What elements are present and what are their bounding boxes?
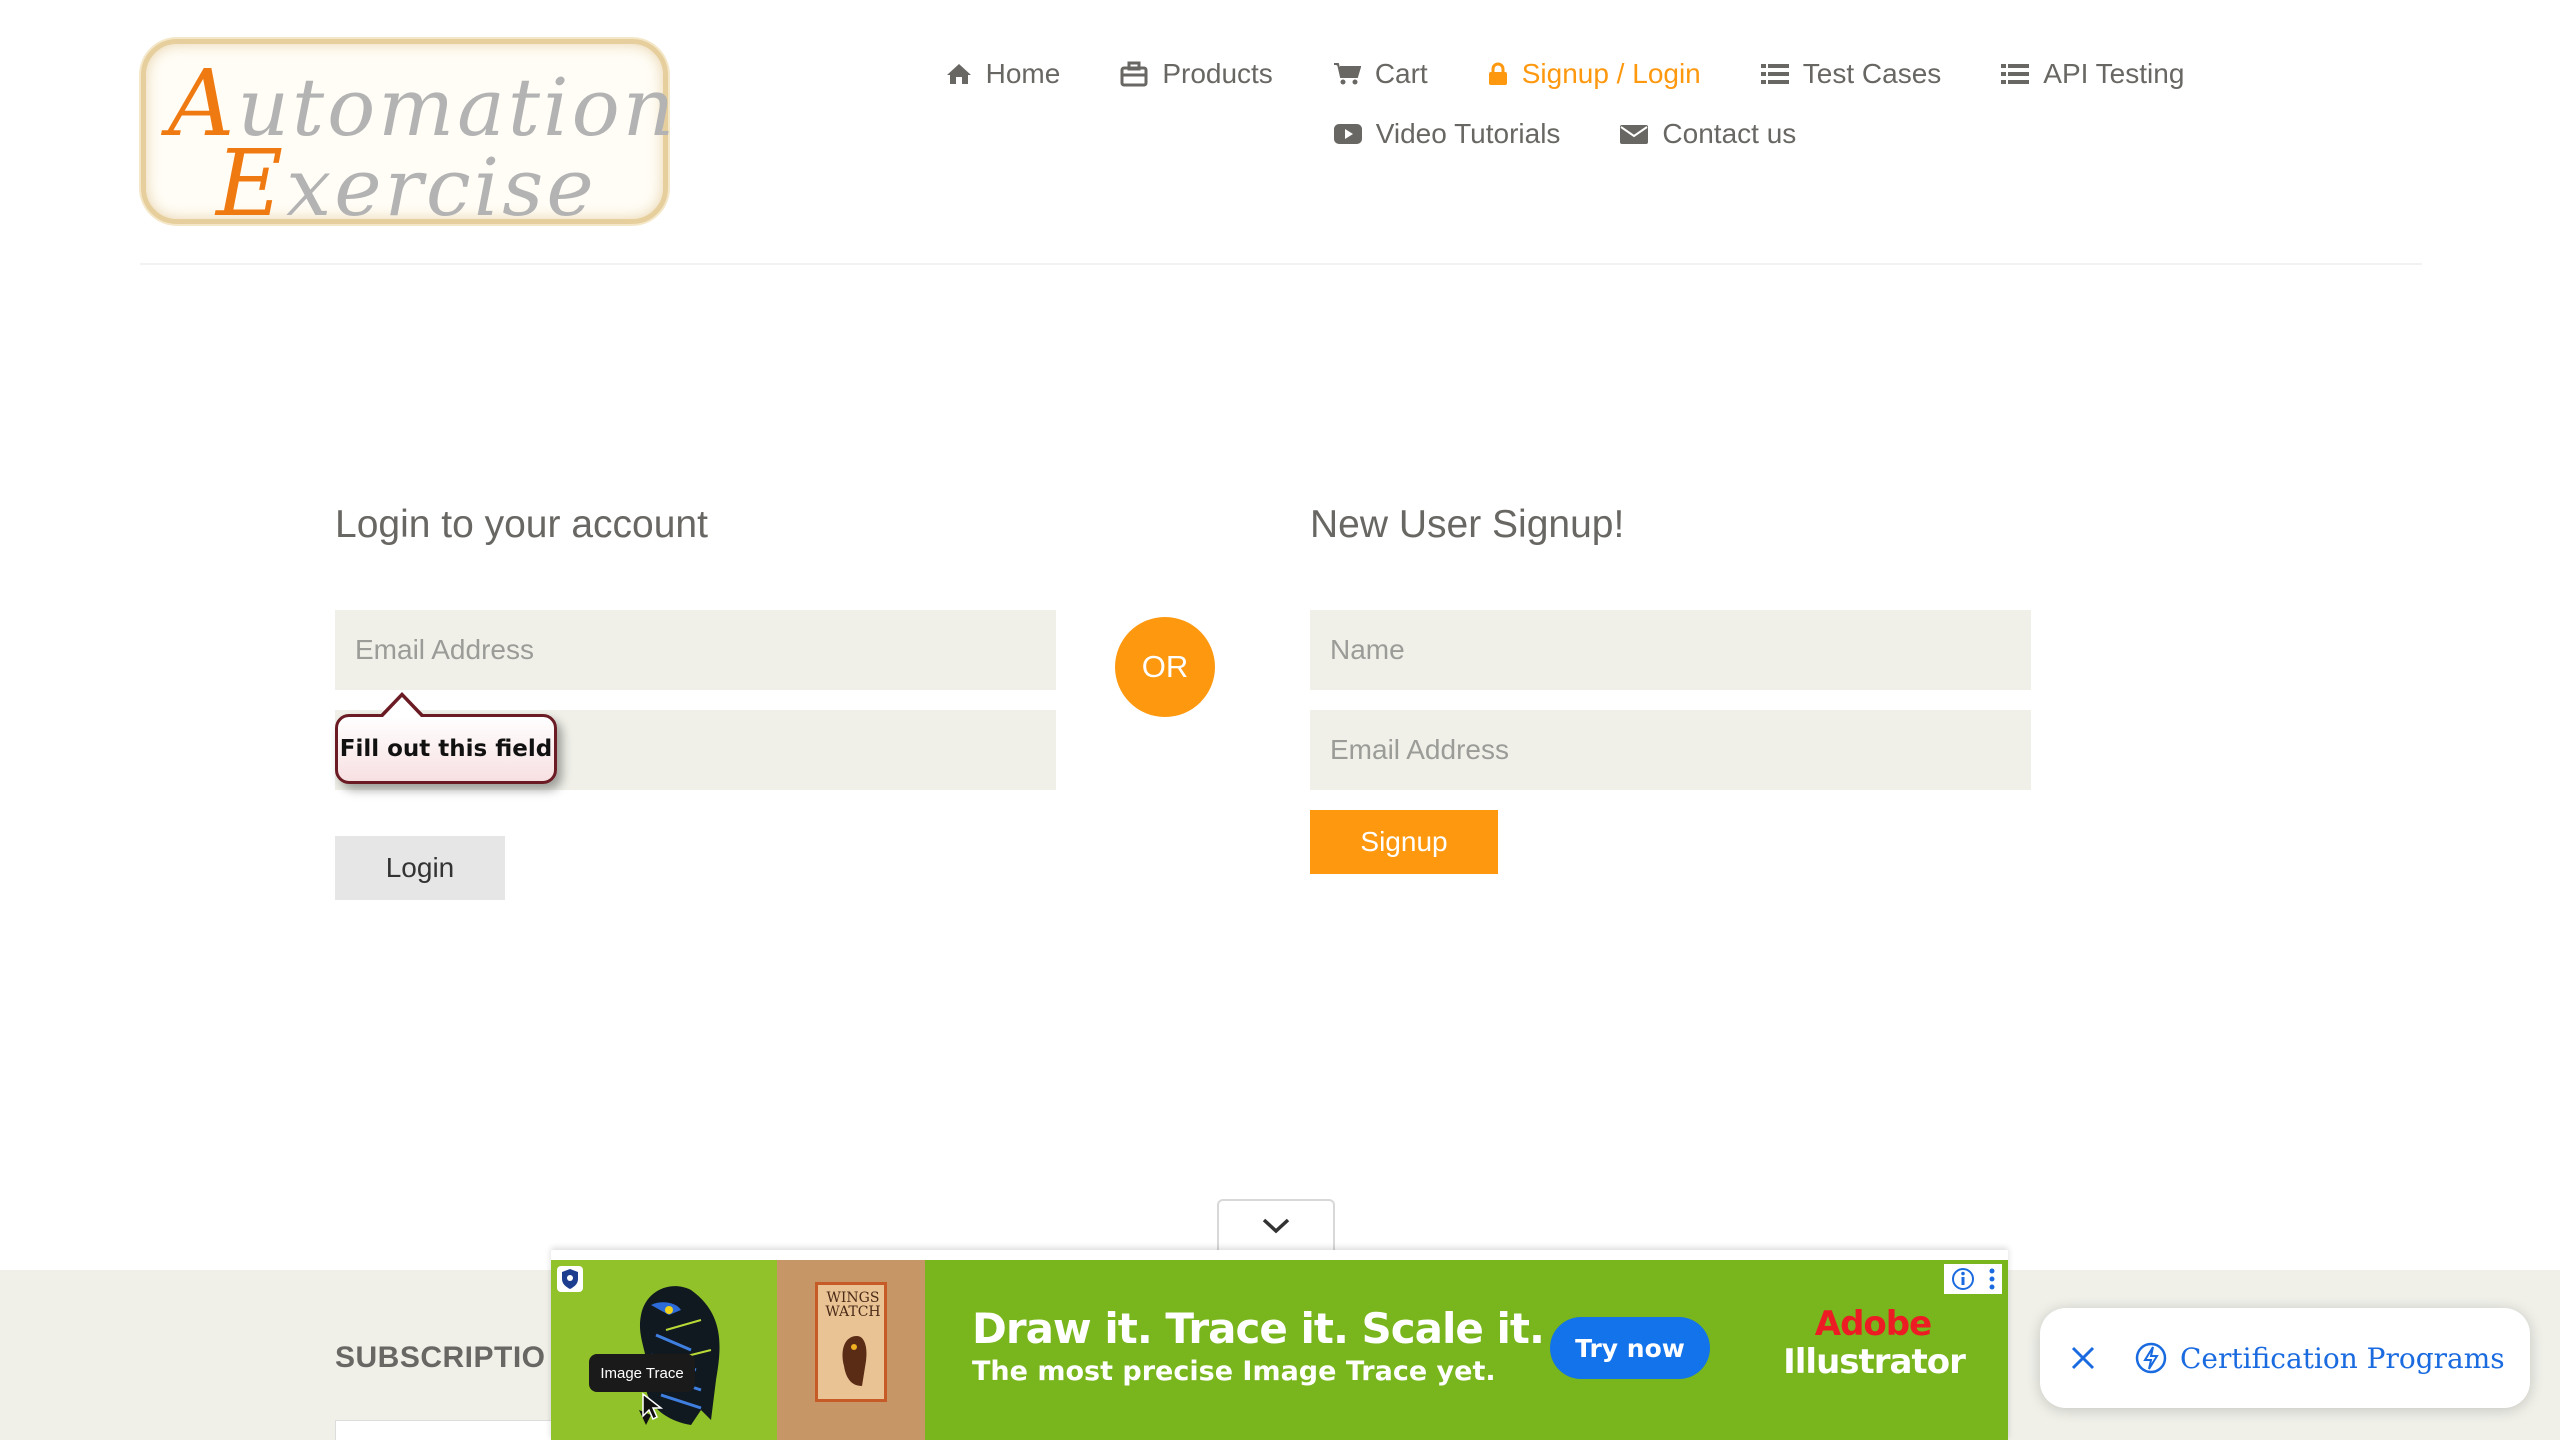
header-divider [140, 263, 2422, 265]
signup-button[interactable]: Signup [1310, 810, 1498, 874]
tooltip-arrow-fill [382, 697, 422, 718]
or-divider: OR [1115, 617, 1215, 717]
certification-popup: Certification Programs [2040, 1308, 2530, 1408]
signup-email-input[interactable] [1310, 710, 2031, 790]
ad-collapse-button[interactable] [1217, 1199, 1335, 1251]
ad-brand-adobe: Adobe [1814, 1304, 1932, 1344]
nav-test-cases[interactable]: Test Cases [1760, 58, 1941, 90]
or-label: OR [1141, 649, 1189, 684]
certification-programs-link[interactable]: Certification Programs [2180, 1342, 2505, 1375]
login-title: Login to your account [335, 503, 708, 546]
lock-icon [1488, 62, 1507, 85]
ad-eagle-image [551, 1260, 777, 1440]
nav-api-testing[interactable]: API Testing [2001, 58, 2184, 90]
site-logo[interactable]: Automation Exercise [141, 39, 674, 237]
ad-brand-illustrator: Illustrator [1783, 1342, 1966, 1382]
login-email-input[interactable] [335, 610, 1056, 690]
kebab-menu-icon [1989, 1268, 1994, 1290]
list-icon [2001, 64, 2030, 84]
nav-row-1: Home Products Cart Signup / Login Test C… [900, 58, 2230, 90]
ad-headline: Draw it. Trace it. Scale it. [972, 1304, 1545, 1353]
cart-icon [1333, 63, 1361, 85]
ad-book-cover: WINGS WATCH [815, 1282, 887, 1402]
ad-banner[interactable]: WINGS WATCH Image Trace Draw it. Trace i… [551, 1250, 2008, 1440]
signup-name-input[interactable] [1310, 610, 2031, 690]
close-icon[interactable] [2070, 1345, 2096, 1371]
login-button[interactable]: Login [335, 836, 505, 900]
ad-content[interactable]: WINGS WATCH Image Trace Draw it. Trace i… [551, 1260, 2008, 1440]
home-icon [946, 64, 971, 84]
cursor-icon [642, 1392, 663, 1420]
list-icon [1760, 64, 1789, 84]
ad-info-controls[interactable] [1944, 1264, 2002, 1294]
briefcase-icon [1120, 61, 1148, 87]
signup-title: New User Signup! [1310, 503, 1625, 546]
chevron-down-icon [1262, 1218, 1290, 1234]
logo-line-2: Exercise [216, 130, 597, 237]
nav-video-tutorials[interactable]: Video Tutorials [1333, 118, 1560, 150]
ad-try-now-button[interactable]: Try now [1550, 1317, 1710, 1379]
nav-row-2: Video Tutorials Contact us [900, 118, 2230, 150]
nav-signup-login[interactable]: Signup / Login [1488, 58, 1701, 90]
validation-tooltip-text: Fill out this field [339, 736, 553, 762]
small-eagle-icon [842, 1336, 867, 1386]
nav-products[interactable]: Products [1120, 58, 1273, 90]
ad-image-trace-label: Image Trace [589, 1354, 695, 1392]
validation-tooltip: Fill out this field [335, 714, 557, 784]
ad-book-title: WINGS WATCH [825, 1290, 881, 1320]
ad-privacy-badge[interactable] [557, 1266, 583, 1292]
nav-home[interactable]: Home [946, 58, 1060, 90]
shield-icon [562, 1269, 578, 1289]
ad-subline: The most precise Image Trace yet. [972, 1356, 1496, 1387]
nav-contact-us[interactable]: Contact us [1620, 118, 1796, 150]
youtube-icon [1333, 124, 1362, 144]
lightning-icon [2134, 1341, 2168, 1375]
info-icon [1951, 1268, 1974, 1290]
eagle-illustration-icon [639, 1286, 720, 1425]
subscription-title: SUBSCRIPTIO [335, 1341, 546, 1374]
main-nav: Home Products Cart Signup / Login Test C… [900, 58, 2230, 178]
envelope-icon [1620, 125, 1649, 144]
nav-cart[interactable]: Cart [1333, 58, 1428, 90]
